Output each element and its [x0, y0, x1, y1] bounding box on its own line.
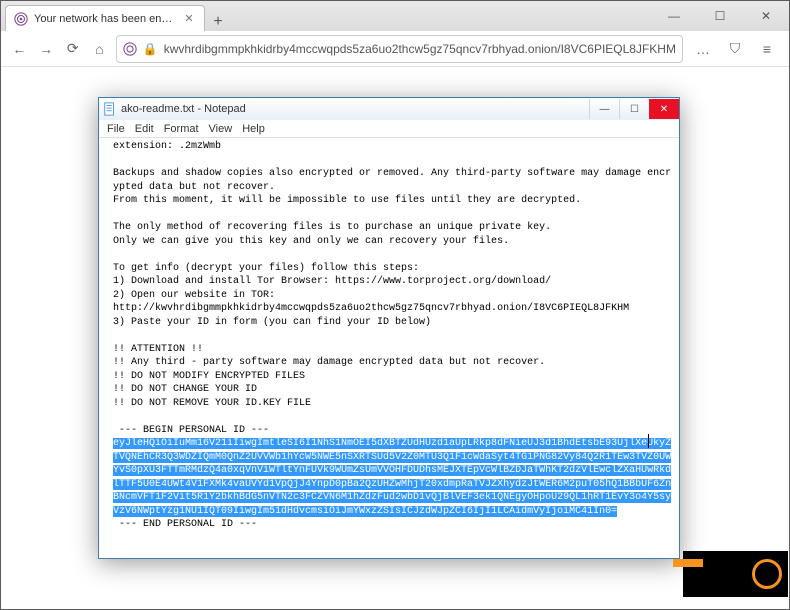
browser-window-controls: — ☐ ✕	[651, 1, 789, 31]
menu-edit[interactable]: Edit	[131, 123, 158, 135]
new-tab-button[interactable]: +	[205, 13, 231, 31]
brand-ornament	[683, 551, 788, 597]
ornament-ring-icon	[752, 559, 782, 589]
menu-file[interactable]: File	[103, 123, 129, 135]
note-body-pre: extension: .2mzWmb Backups and shadow co…	[113, 141, 671, 436]
notepad-maximize-button[interactable]: ☐	[619, 99, 649, 119]
menu-format[interactable]: Format	[160, 123, 203, 135]
notepad-close-button[interactable]: ✕	[649, 99, 679, 119]
maximize-button[interactable]: ☐	[697, 1, 743, 31]
menu-help[interactable]: Help	[238, 123, 269, 135]
minimize-button[interactable]: —	[651, 1, 697, 31]
note-body-post: --- END PERSONAL ID ---	[113, 519, 257, 530]
onion-favicon	[14, 12, 28, 26]
menu-view[interactable]: View	[205, 123, 237, 135]
back-button[interactable]: ←	[9, 35, 30, 63]
notepad-window: ako-readme.txt - Notepad — ☐ ✕ File Edit…	[98, 97, 680, 559]
browser-tab[interactable]: Your network has been encrypted! ✕	[5, 5, 205, 31]
tor-icon	[123, 42, 137, 56]
notepad-minimize-button[interactable]: —	[589, 99, 619, 119]
note-body-selected: eyJleHQiOiIuMm16V21iIiwgImtleSI6I1NhS1Nm…	[113, 438, 671, 517]
notepad-title: ako-readme.txt - Notepad	[121, 103, 589, 115]
close-button[interactable]: ✕	[743, 1, 789, 31]
notepad-menubar: File Edit Format View Help	[99, 120, 679, 138]
browser-toolbar: ← → ⟳ ⌂ 🔒 kwvhrdibgmmpkhkidrby4mccwqpds5…	[1, 31, 789, 67]
tab-close-icon[interactable]: ✕	[182, 12, 196, 25]
notepad-icon	[103, 102, 117, 116]
ornament-bar	[673, 559, 703, 567]
home-button[interactable]: ⌂	[89, 35, 110, 63]
forward-button[interactable]: →	[36, 35, 57, 63]
notepad-text-area[interactable]: extension: .2mzWmb Backups and shadow co…	[99, 138, 679, 558]
lock-icon: 🔒	[143, 42, 158, 56]
notepad-window-controls: — ☐ ✕	[589, 99, 679, 119]
browser-titlebar: Your network has been encrypted! ✕ + — ☐…	[1, 1, 789, 31]
page-actions-button[interactable]: …	[689, 35, 717, 63]
text-caret	[648, 434, 649, 448]
address-bar[interactable]: 🔒 kwvhrdibgmmpkhkidrby4mccwqpds5za6uo2th…	[116, 35, 683, 63]
reload-button[interactable]: ⟳	[62, 35, 83, 63]
tab-title: Your network has been encrypted!	[34, 13, 176, 25]
notepad-titlebar[interactable]: ako-readme.txt - Notepad — ☐ ✕	[99, 98, 679, 120]
shield-icon[interactable]: ⛉	[721, 35, 749, 63]
menu-button[interactable]: ≡	[753, 35, 781, 63]
url-text: kwvhrdibgmmpkhkidrby4mccwqpds5za6uo2thcw…	[164, 42, 676, 56]
